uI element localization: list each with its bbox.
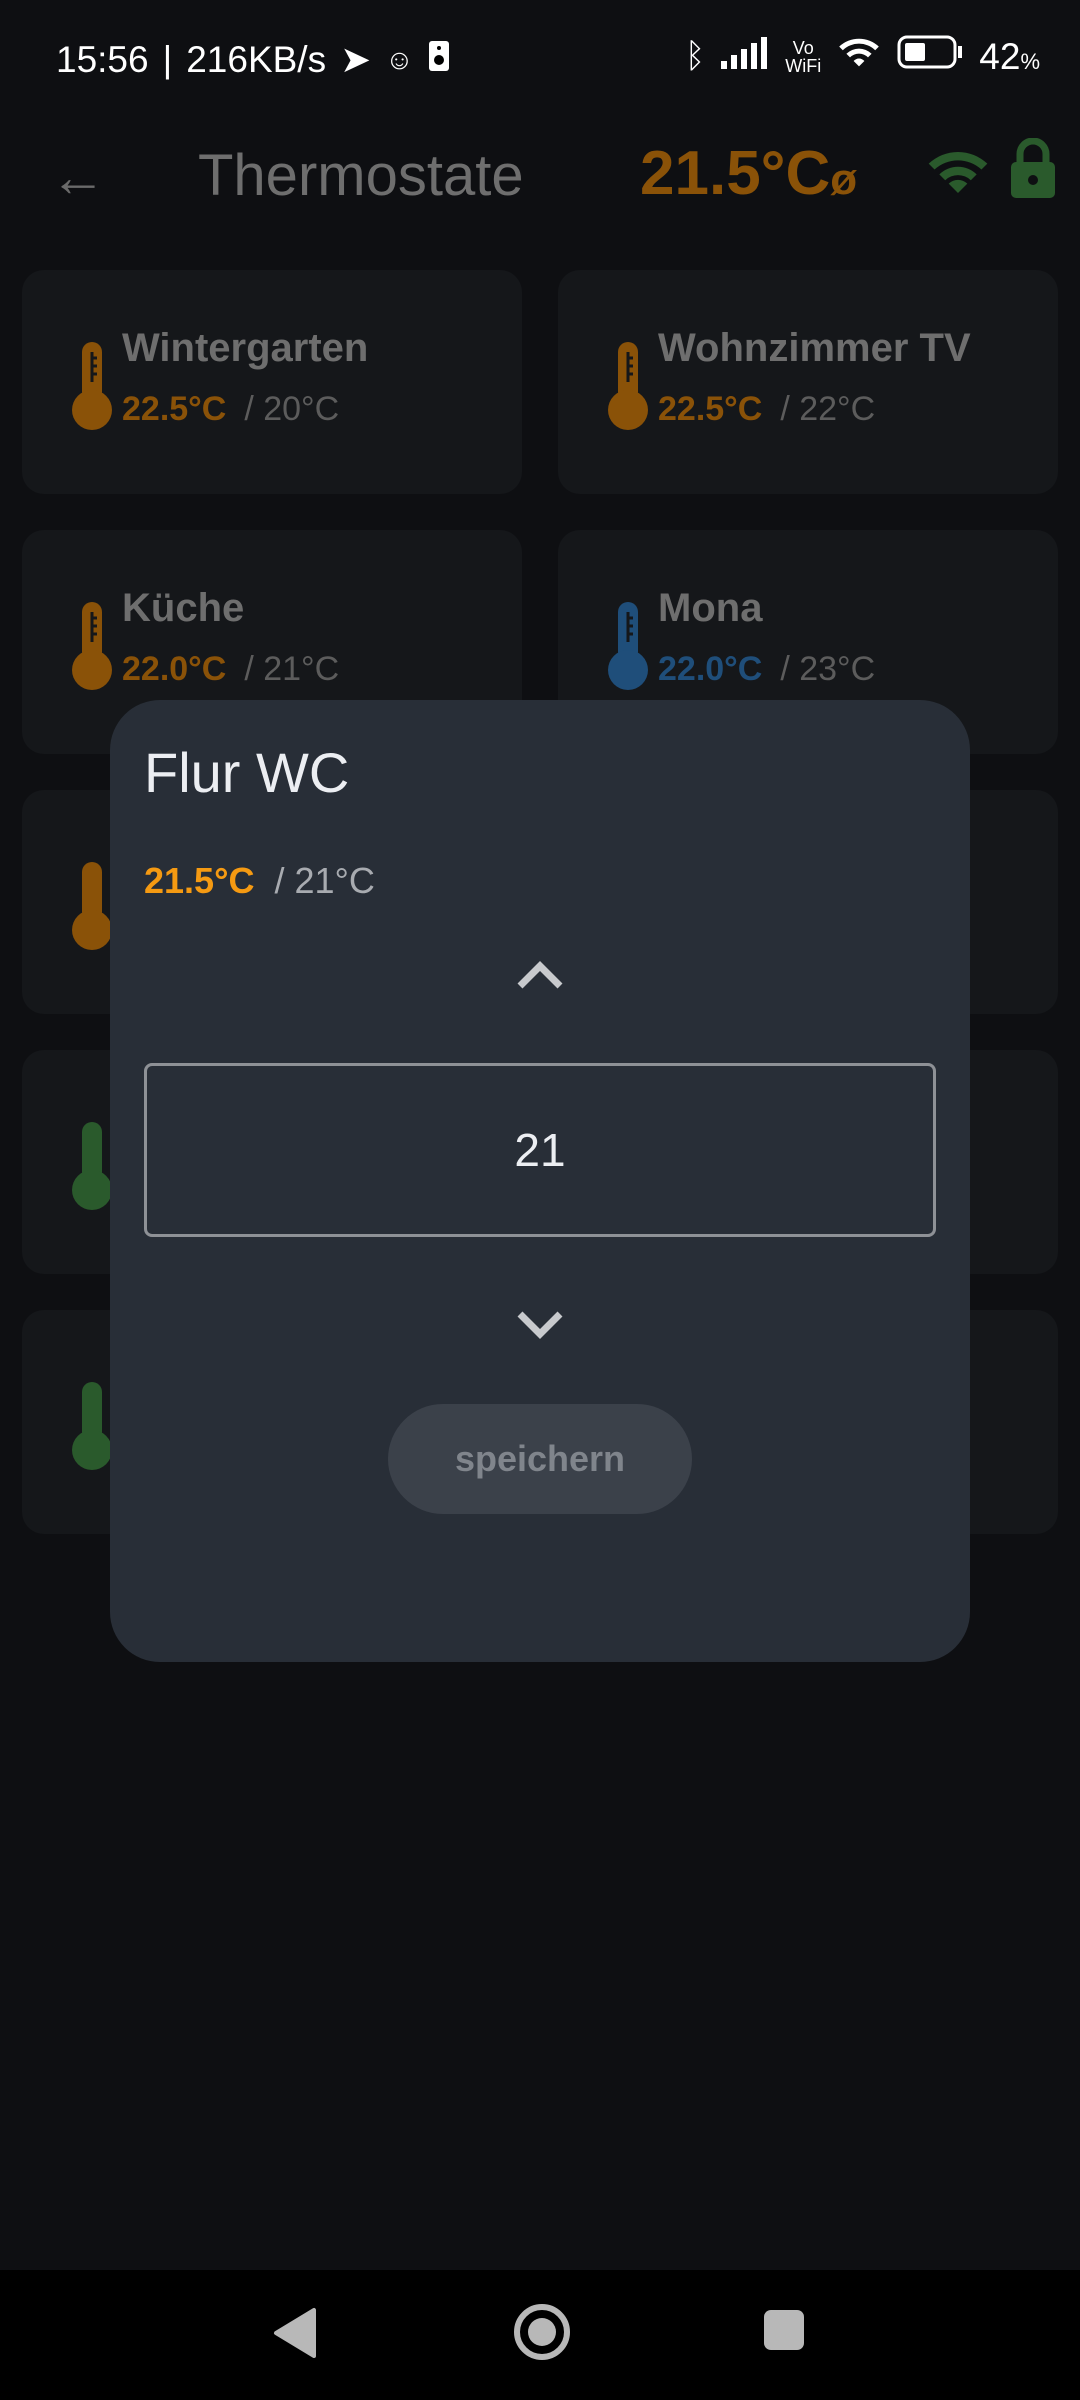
average-symbol: ø	[830, 155, 858, 204]
wifi-icon	[837, 34, 881, 79]
signal-icon	[721, 36, 769, 78]
save-button[interactable]: speichern	[388, 1404, 692, 1514]
thermometer-icon	[70, 342, 114, 437]
average-value: 21.5°C	[640, 139, 831, 208]
card-name: Wintergarten	[122, 326, 369, 370]
page-title: Thermostate	[198, 143, 524, 208]
card-name: Küche	[122, 586, 245, 630]
vowifi-icon: Vo WiFi	[785, 39, 821, 75]
target-temperature: / 21°C	[274, 860, 375, 901]
bluetooth-icon: ᛒ	[684, 37, 706, 75]
chevron-up-icon	[517, 961, 563, 989]
nav-back-icon[interactable]	[272, 2306, 318, 2365]
set-temperature-dialog: Flur WC 21.5°C / 21°C speichern	[110, 700, 970, 1662]
speaker-icon	[428, 39, 450, 81]
card-name: Wohnzimmer TV	[658, 326, 971, 370]
card-target: / 23°C	[780, 650, 876, 688]
nav-home-icon[interactable]	[512, 2302, 572, 2367]
navigation-bar	[0, 2270, 1080, 2400]
average-temperature: 21.5°Cø	[640, 138, 857, 209]
card-temperatures: 22.0°C / 21°C	[122, 650, 339, 689]
app-header: ← Thermostate 21.5°Cø	[0, 120, 1080, 260]
status-bar: 15:56 | 216KB/s ➤ ☺ ᛒ Vo WiFi 42%	[0, 0, 1080, 120]
app-notification-icon: ☺	[385, 43, 414, 75]
increase-button[interactable]	[506, 950, 574, 1000]
vowifi-bottom: WiFi	[785, 55, 822, 76]
battery-unit: %	[1020, 48, 1040, 74]
thermostat-card[interactable]: Wohnzimmer TV 22.5°C / 22°C	[558, 270, 1058, 494]
card-temperatures: 22.5°C / 20°C	[122, 390, 339, 429]
clock: 15:56	[56, 38, 149, 80]
card-current: 22.0°C	[122, 650, 227, 688]
nav-recents-icon[interactable]	[762, 2308, 806, 2357]
lock-icon	[1010, 137, 1056, 203]
telegram-icon: ➤	[340, 39, 372, 80]
card-target: / 22°C	[780, 390, 876, 428]
thermometer-icon	[606, 342, 650, 437]
card-temperatures: 22.0°C / 23°C	[658, 650, 875, 689]
card-current: 22.0°C	[658, 650, 763, 688]
card-current: 22.5°C	[122, 390, 227, 428]
dialog-temperatures: 21.5°C / 21°C	[144, 860, 375, 902]
thermometer-icon	[70, 602, 114, 697]
dialog-title: Flur WC	[144, 741, 350, 804]
back-arrow-icon[interactable]: ←	[50, 144, 106, 209]
card-temperatures: 22.5°C / 22°C	[658, 390, 875, 429]
card-current: 22.5°C	[658, 390, 763, 428]
thermometer-icon	[70, 1122, 114, 1217]
network-speed: 216KB/s	[186, 38, 327, 80]
decrease-button[interactable]	[506, 1300, 574, 1350]
vowifi-top: Vo	[792, 37, 814, 58]
thermometer-icon	[606, 602, 650, 697]
temperature-input[interactable]	[144, 1063, 936, 1237]
separator: |	[162, 38, 173, 80]
card-name: Mona	[658, 586, 763, 630]
battery-icon	[897, 35, 963, 78]
chevron-down-icon	[517, 1311, 563, 1339]
current-temperature: 21.5°C	[144, 860, 255, 901]
battery-percent: 42	[979, 35, 1021, 77]
thermometer-icon	[70, 1382, 114, 1477]
card-target: / 20°C	[244, 390, 340, 428]
wifi-connected-icon	[926, 142, 990, 201]
thermostat-card[interactable]: Wintergarten 22.5°C / 20°C	[22, 270, 522, 494]
thermometer-icon	[70, 862, 114, 957]
card-target: / 21°C	[244, 650, 340, 688]
